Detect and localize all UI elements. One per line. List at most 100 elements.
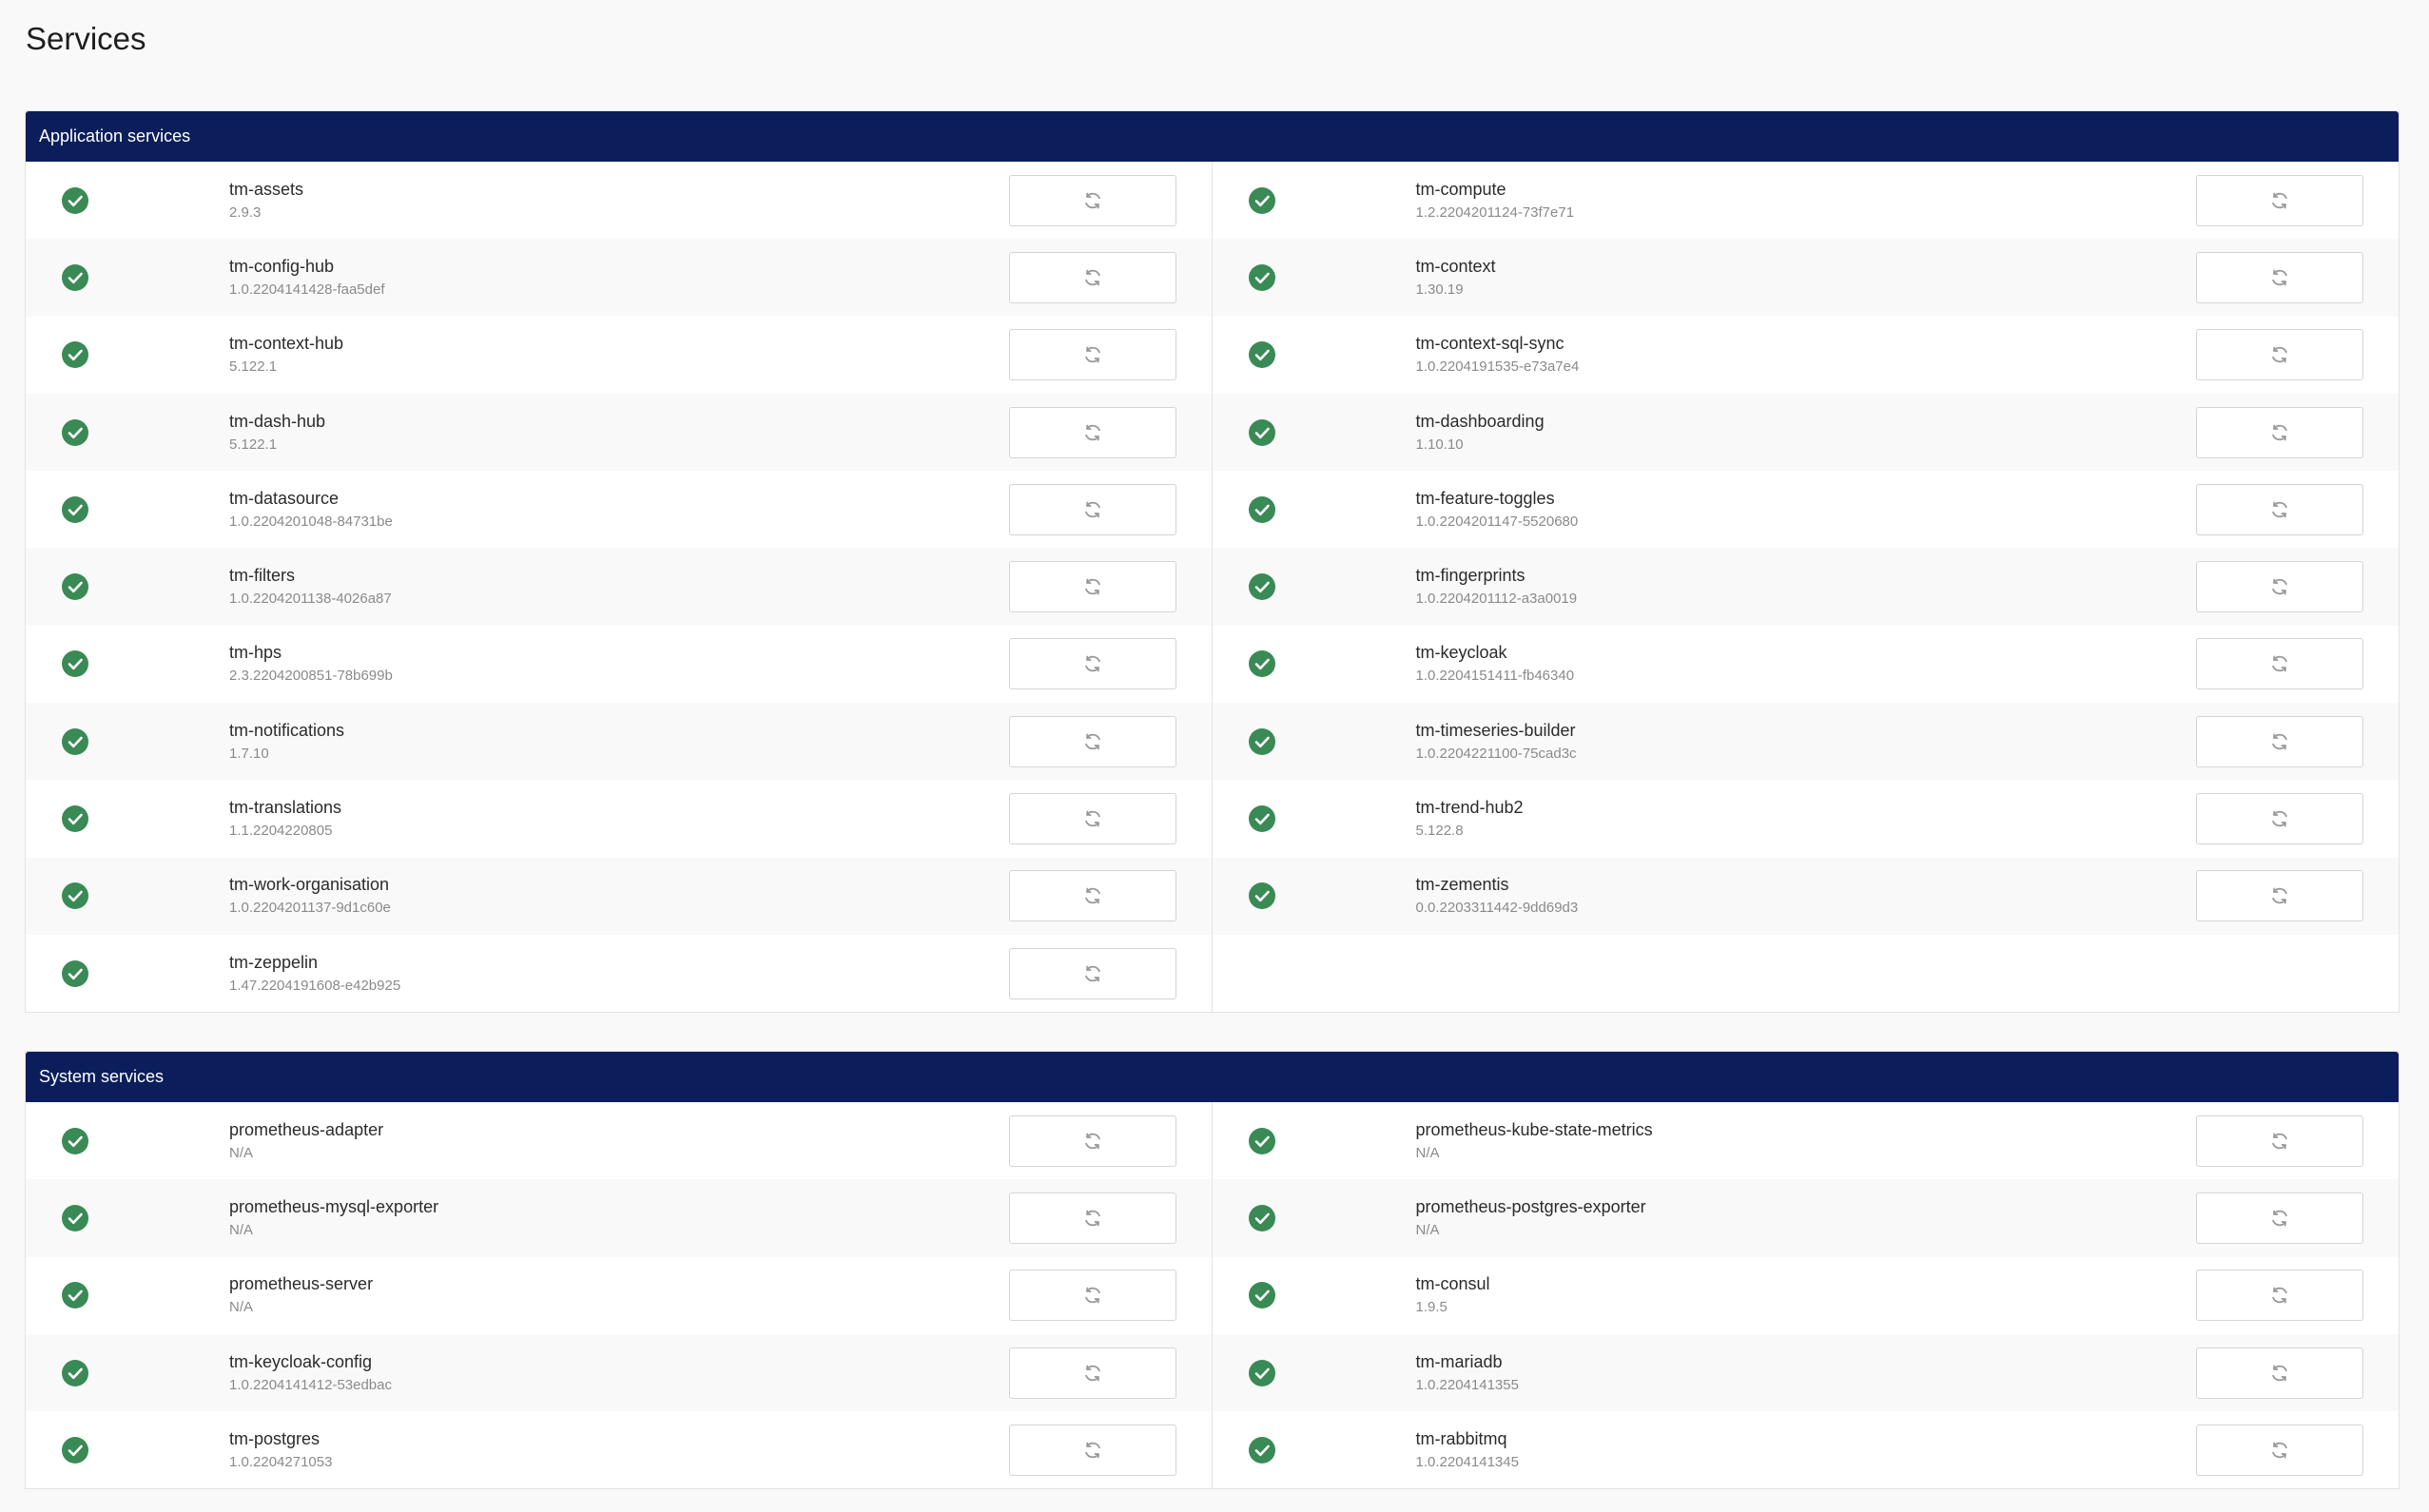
page-title: Services [26,21,146,56]
check-circle-icon [62,263,88,291]
service-info: tm-config-hub 1.0.2204141428-faa5def [229,255,384,300]
refresh-icon [1082,1208,1103,1229]
restart-service-button[interactable] [2195,1347,2363,1399]
refresh-icon [1082,731,1103,752]
restart-service-button[interactable] [1009,870,1176,922]
service-info: tm-mariadb 1.0.2204141355 [1416,1350,1519,1396]
service-info: tm-assets 2.9.3 [229,178,303,223]
service-name: prometheus-kube-state-metrics [1415,1119,1653,1139]
service-name: tm-context [1415,256,1496,276]
service-name: tm-dashboarding [1415,411,1545,431]
check-circle-icon [62,1359,88,1386]
restart-service-button[interactable] [2195,715,2363,767]
service-version: 1.0.2204151411-fb46340 [1415,668,1575,685]
service-version: 1.0.2204141412-53edbac [229,1376,392,1393]
check-circle-icon [62,186,88,214]
check-circle-icon [1248,1204,1275,1231]
service-name: tm-work-organisation [229,875,390,895]
refresh-icon [1082,1285,1103,1306]
service-version: 1.9.5 [1415,1299,1448,1316]
service-info: tm-fingerprints 1.0.2204201112-a3a0019 [1416,564,1578,610]
restart-service-button[interactable] [1009,1270,1176,1322]
check-circle-icon [62,1436,88,1464]
restart-service-button[interactable] [1009,1424,1176,1476]
service-version: 2.3.2204200851-78b699b [229,668,393,685]
check-circle-icon [62,727,88,755]
service-row: tm-context-sql-sync 1.0.2204191535-e73a7e… [1213,317,2400,394]
check-circle-icon [1248,186,1275,214]
refresh-icon [2269,1208,2290,1229]
service-version: 1.0.2204141428-faa5def [229,281,385,298]
restart-service-button[interactable] [2195,483,2363,535]
check-circle-icon [1248,495,1275,523]
service-row: tm-feature-toggles 1.0.2204201147-5520680 [1213,471,2400,548]
restart-service-button[interactable] [1009,174,1176,226]
check-circle-icon [62,495,88,523]
refresh-icon [1082,190,1103,211]
service-row: tm-hps 2.3.2204200851-78b699b [26,626,1212,703]
service-info: tm-work-organisation 1.0.2204201137-9d1c6… [229,873,391,919]
restart-service-button[interactable] [2195,870,2363,922]
restart-service-button[interactable] [1009,483,1176,535]
service-name: tm-postgres [229,1428,321,1448]
restart-service-button[interactable] [1009,715,1176,767]
service-row: tm-notifications 1.7.10 [26,703,1212,781]
restart-service-button[interactable] [1009,561,1176,613]
restart-service-button[interactable] [2195,329,2363,381]
refresh-icon [1082,963,1103,984]
restart-service-button[interactable] [1009,947,1176,999]
restart-service-button[interactable] [2195,793,2363,845]
service-row: tm-keycloak 1.0.2204151411-fb46340 [1213,626,2400,703]
check-circle-icon [1248,727,1275,755]
service-info: tm-dash-hub 5.122.1 [229,410,325,456]
restart-service-button[interactable] [1009,1192,1176,1244]
refresh-icon [2269,1363,2290,1384]
restart-service-button[interactable] [1009,406,1176,458]
check-circle-icon [1248,263,1275,291]
service-info: tm-compute 1.2.2204201124-73f7e71 [1416,178,1575,223]
check-circle-icon [62,418,88,446]
service-name: tm-keycloak-config [229,1351,373,1371]
restart-service-button[interactable] [2195,1115,2363,1167]
refresh-icon [1082,808,1103,829]
check-circle-icon [62,573,88,601]
service-version: 1.0.2204221100-75cad3c [1415,745,1577,762]
service-name: tm-filters [229,566,295,586]
service-row: prometheus-adapter N/A [26,1102,1212,1179]
service-info: tm-context 1.30.19 [1416,255,1496,300]
restart-service-button[interactable] [2195,561,2363,613]
service-version: 5.122.1 [229,359,278,376]
restart-service-button[interactable] [2195,1424,2363,1476]
restart-service-button[interactable] [1009,1347,1176,1399]
service-version: N/A [229,1221,254,1238]
restart-service-button[interactable] [2195,1192,2363,1244]
restart-service-button[interactable] [1009,329,1176,381]
service-row: prometheus-mysql-exporter N/A [26,1179,1212,1257]
service-name: tm-assets [229,179,304,199]
restart-service-button[interactable] [2195,1270,2363,1322]
restart-service-button[interactable] [1009,1115,1176,1167]
refresh-icon [2269,422,2290,443]
services-page: Services Application services tm-assets 2… [0,0,2429,1512]
refresh-icon [2269,499,2290,520]
restart-service-button[interactable] [1009,251,1176,303]
service-info: tm-filters 1.0.2204201138-4026a87 [229,564,392,610]
service-version: 1.0.2204201147-5520680 [1415,513,1579,530]
check-circle-icon [62,1127,88,1154]
restart-service-button[interactable] [1009,638,1176,690]
restart-service-button[interactable] [2195,174,2363,226]
service-info: tm-keycloak 1.0.2204151411-fb46340 [1416,641,1575,687]
restart-service-button[interactable] [2195,251,2363,303]
restart-service-button[interactable] [1009,793,1176,845]
refresh-icon [2269,576,2290,597]
service-name: tm-mariadb [1415,1351,1503,1371]
service-name: tm-notifications [229,720,345,740]
check-circle-icon [62,960,88,987]
service-version: 0.0.2203311442-9dd69d3 [1415,900,1579,917]
restart-service-button[interactable] [2195,406,2363,458]
service-row: tm-zementis 0.0.2203311442-9dd69d3 [1212,857,2399,935]
service-row: tm-postgres 1.0.2204271053 [26,1411,1212,1488]
services-column-left: prometheus-adapter N/A prometheus-mysql-ex… [26,1102,1213,1489]
service-row: tm-compute 1.2.2204201124-73f7e71 [1213,162,2400,239]
restart-service-button[interactable] [2195,638,2363,690]
